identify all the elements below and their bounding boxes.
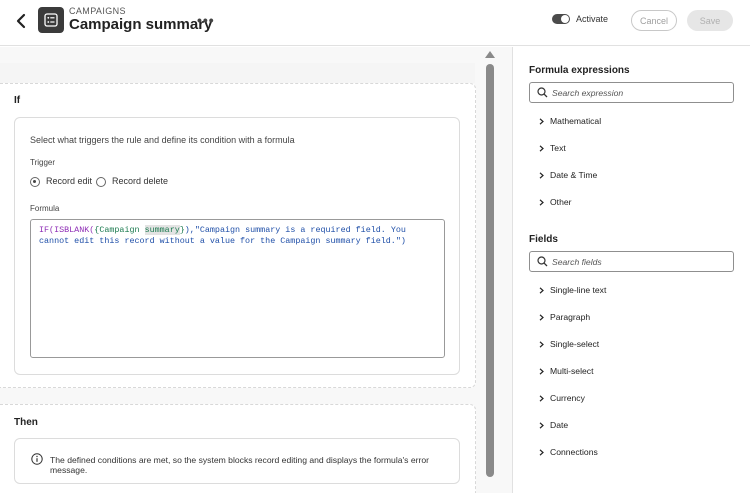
radio-record-delete-label[interactable]: Record delete (112, 176, 168, 186)
chevron-right-icon (539, 313, 544, 321)
page-title: Campaign summary (69, 16, 213, 33)
activate-label: Activate (576, 14, 609, 24)
formula-label: Formula (30, 204, 60, 213)
cancel-button[interactable]: Cancel (631, 10, 677, 31)
field-type-label: Date (550, 420, 569, 430)
then-message-box: The defined conditions are met, so the s… (14, 438, 460, 484)
scroll-up-arrow[interactable] (485, 51, 495, 58)
formula-function: IF(ISBLANK( (39, 225, 95, 235)
field-type-single-select[interactable]: Single-select (538, 339, 599, 349)
field-type-label: Paragraph (550, 312, 591, 322)
category-label: Date & Time (550, 170, 598, 180)
then-section-title: Then (14, 417, 38, 428)
fields-search-input[interactable] (552, 254, 727, 269)
chevron-right-icon (539, 394, 544, 402)
radio-record-delete[interactable] (96, 177, 106, 187)
activate-toggle[interactable] (552, 14, 570, 24)
field-type-single-line-text[interactable]: Single-line text (538, 285, 606, 295)
if-description: Select what triggers the rule and define… (30, 135, 295, 145)
category-label: Mathematical (550, 116, 602, 126)
form-icon (38, 7, 64, 33)
expression-search-field[interactable] (529, 82, 734, 103)
fields-search-field[interactable] (529, 251, 734, 272)
field-type-label: Multi-select (550, 366, 594, 376)
category-other[interactable]: Other (538, 197, 572, 207)
chevron-right-icon (539, 421, 544, 429)
if-section-title: If (14, 95, 21, 106)
formula-field-open: {Campaign (94, 225, 145, 235)
chevron-right-icon (539, 144, 544, 152)
chevron-right-icon (539, 198, 544, 206)
then-message: The defined conditions are met, so the s… (50, 455, 429, 475)
fields-title: Fields (529, 234, 558, 245)
rule-editor: If Select what triggers the rule and def… (0, 47, 512, 493)
previous-card-edge (0, 63, 475, 83)
trigger-label: Trigger (30, 158, 56, 167)
radio-record-edit[interactable] (30, 177, 40, 187)
chevron-right-icon (539, 286, 544, 294)
info-icon (31, 453, 43, 465)
chevron-right-icon (539, 448, 544, 456)
formula-field-highlight: summary (144, 225, 180, 235)
save-button[interactable]: Save (687, 10, 733, 31)
formula-expressions-title: Formula expressions (529, 65, 630, 76)
category-date-time[interactable]: Date & Time (538, 170, 597, 180)
field-type-label: Single-line text (550, 285, 607, 295)
category-label: Text (550, 143, 566, 153)
chevron-left-icon (16, 13, 26, 29)
field-type-label: Connections (550, 447, 598, 457)
search-icon (537, 87, 548, 98)
radio-record-edit-label[interactable]: Record edit (46, 176, 92, 186)
search-icon (537, 256, 548, 267)
top-bar: CAMPAIGNS Campaign summary ••• Activate … (0, 0, 750, 46)
scrollbar-thumb[interactable] (486, 64, 494, 477)
breadcrumb[interactable]: CAMPAIGNS (69, 6, 126, 16)
chevron-right-icon (539, 117, 544, 125)
formula-editor[interactable]: IF(ISBLANK({Campaign summary}),"Campaign… (30, 219, 445, 358)
field-type-label: Single-select (550, 339, 600, 349)
chevron-right-icon (539, 171, 544, 179)
chevron-right-icon (539, 367, 544, 375)
field-type-paragraph[interactable]: Paragraph (538, 312, 590, 322)
then-card: Then The defined conditions are met, so … (0, 404, 476, 493)
if-condition-box: Select what triggers the rule and define… (14, 117, 460, 375)
field-type-currency[interactable]: Currency (538, 393, 585, 403)
back-button[interactable] (13, 12, 29, 30)
field-type-date[interactable]: Date (538, 420, 568, 430)
field-type-label: Currency (550, 393, 585, 403)
category-label: Other (550, 197, 572, 207)
if-card: If Select what triggers the rule and def… (0, 83, 476, 388)
category-text[interactable]: Text (538, 143, 566, 153)
formula-sidebar: Formula expressions Mathematical Text Da… (512, 47, 750, 493)
chevron-right-icon (539, 340, 544, 348)
field-type-multi-select[interactable]: Multi-select (538, 366, 593, 376)
more-options-button[interactable]: ••• (197, 12, 215, 28)
field-type-connections[interactable]: Connections (538, 447, 598, 457)
category-mathematical[interactable]: Mathematical (538, 116, 601, 126)
expression-search-input[interactable] (552, 85, 727, 100)
